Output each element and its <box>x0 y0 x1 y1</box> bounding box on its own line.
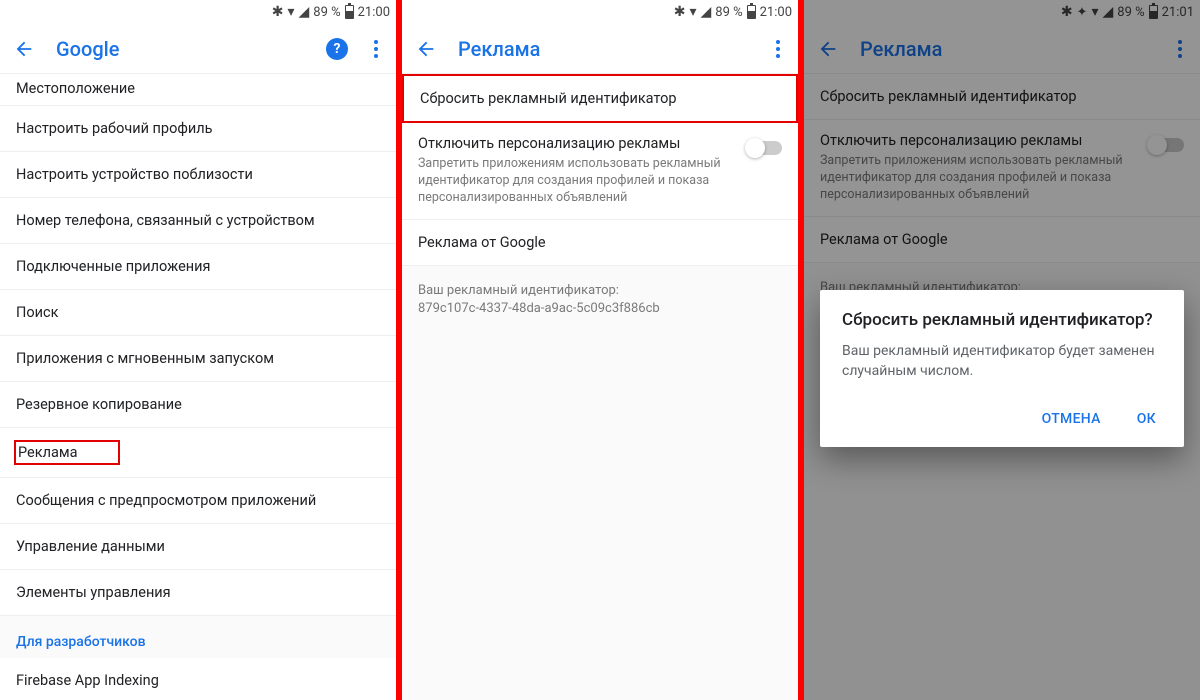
optout-ads-row[interactable]: Отключить персонализацию рекламы Запрети… <box>402 123 798 220</box>
status-bar: ✱ ▾ ◢ 89 % 21:00 <box>0 0 396 24</box>
bluetooth-icon: ✱ <box>674 5 686 19</box>
ad-id-value: 879c107c-4337-48da-a9ac-5c09c3f886cb <box>418 300 782 318</box>
optout-subtitle: Запретить приложениям использовать рекла… <box>418 156 736 207</box>
help-button[interactable]: ? <box>326 38 348 60</box>
optout-toggle[interactable] <box>748 141 782 155</box>
app-bar: Реклама <box>402 24 798 74</box>
list-item[interactable]: Элементы управления <box>0 570 396 616</box>
overflow-menu-button[interactable] <box>766 34 790 64</box>
battery-icon <box>747 5 756 19</box>
page-title: Google <box>56 37 310 61</box>
list-item[interactable]: Firebase App Indexing <box>0 658 396 700</box>
list-item[interactable]: Приложения с мгновенным запуском <box>0 336 396 382</box>
ads-content: Сбросить рекламный идентификатор Отключи… <box>402 74 798 700</box>
battery-icon <box>345 5 354 19</box>
bluetooth-icon: ✱ <box>272 5 284 19</box>
panel-ads-dialog: ✱ ✦ ▾ ◢ 89 % 21:01 Реклама Сбросить рекл… <box>804 0 1200 700</box>
back-button[interactable] <box>410 33 442 65</box>
ad-id-label: Ваш рекламный идентификатор: <box>418 282 782 300</box>
arrow-left-icon <box>13 38 35 60</box>
dialog-actions: ОТМЕНА ОК <box>842 401 1162 437</box>
battery-percent: 89 % <box>715 5 742 20</box>
panel-ads-settings: ✱ ▾ ◢ 89 % 21:00 Реклама Сбросить реклам… <box>402 0 798 700</box>
clock: 21:00 <box>760 5 792 20</box>
list-item[interactable]: Номер телефона, связанный с устройством <box>0 198 396 244</box>
wifi-icon: ▾ <box>287 5 294 19</box>
status-bar: ✱ ▾ ◢ 89 % 21:00 <box>402 0 798 24</box>
highlight-box: Реклама <box>14 440 120 465</box>
signal-icon: ◢ <box>700 5 711 19</box>
settings-list[interactable]: Местоположение Настроить рабочий профиль… <box>0 74 396 700</box>
list-item[interactable]: Подключенные приложения <box>0 244 396 290</box>
list-item[interactable]: Настроить устройство поблизости <box>0 152 396 198</box>
overflow-menu-button[interactable] <box>364 34 388 64</box>
page-title: Реклама <box>458 37 750 61</box>
ad-id-info: Ваш рекламный идентификатор: 879c107c-43… <box>402 266 798 334</box>
list-item[interactable]: Поиск <box>0 290 396 336</box>
app-bar: Google ? <box>0 24 396 74</box>
list-item[interactable]: Местоположение <box>0 74 396 106</box>
list-item-ads[interactable]: Реклама <box>0 428 396 478</box>
clock: 21:00 <box>358 5 390 20</box>
ok-button[interactable]: ОК <box>1131 401 1162 437</box>
cancel-button[interactable]: ОТМЕНА <box>1036 401 1107 437</box>
optout-title: Отключить персонализацию рекламы <box>418 135 736 152</box>
list-item[interactable]: Сообщения с предпросмотром приложений <box>0 478 396 524</box>
reset-confirm-dialog: Сбросить рекламный идентификатор? Ваш ре… <box>820 290 1184 447</box>
reset-ad-id-button[interactable]: Сбросить рекламный идентификатор <box>402 74 798 123</box>
arrow-left-icon <box>415 38 437 60</box>
wifi-icon: ▾ <box>689 5 696 19</box>
list-item[interactable]: Резервное копирование <box>0 382 396 428</box>
list-item[interactable]: Управление данными <box>0 524 396 570</box>
back-button[interactable] <box>8 33 40 65</box>
list-item[interactable]: Настроить рабочий профиль <box>0 106 396 152</box>
dialog-title: Сбросить рекламный идентификатор? <box>842 310 1162 330</box>
panel-google-settings: ✱ ▾ ◢ 89 % 21:00 Google ? Местоположение… <box>0 0 396 700</box>
battery-percent: 89 % <box>313 5 340 20</box>
signal-icon: ◢ <box>298 5 309 19</box>
category-header: Для разработчиков <box>0 616 396 658</box>
dialog-body: Ваш рекламный идентификатор будет замене… <box>842 342 1162 381</box>
ads-by-google-button[interactable]: Реклама от Google <box>402 220 798 266</box>
